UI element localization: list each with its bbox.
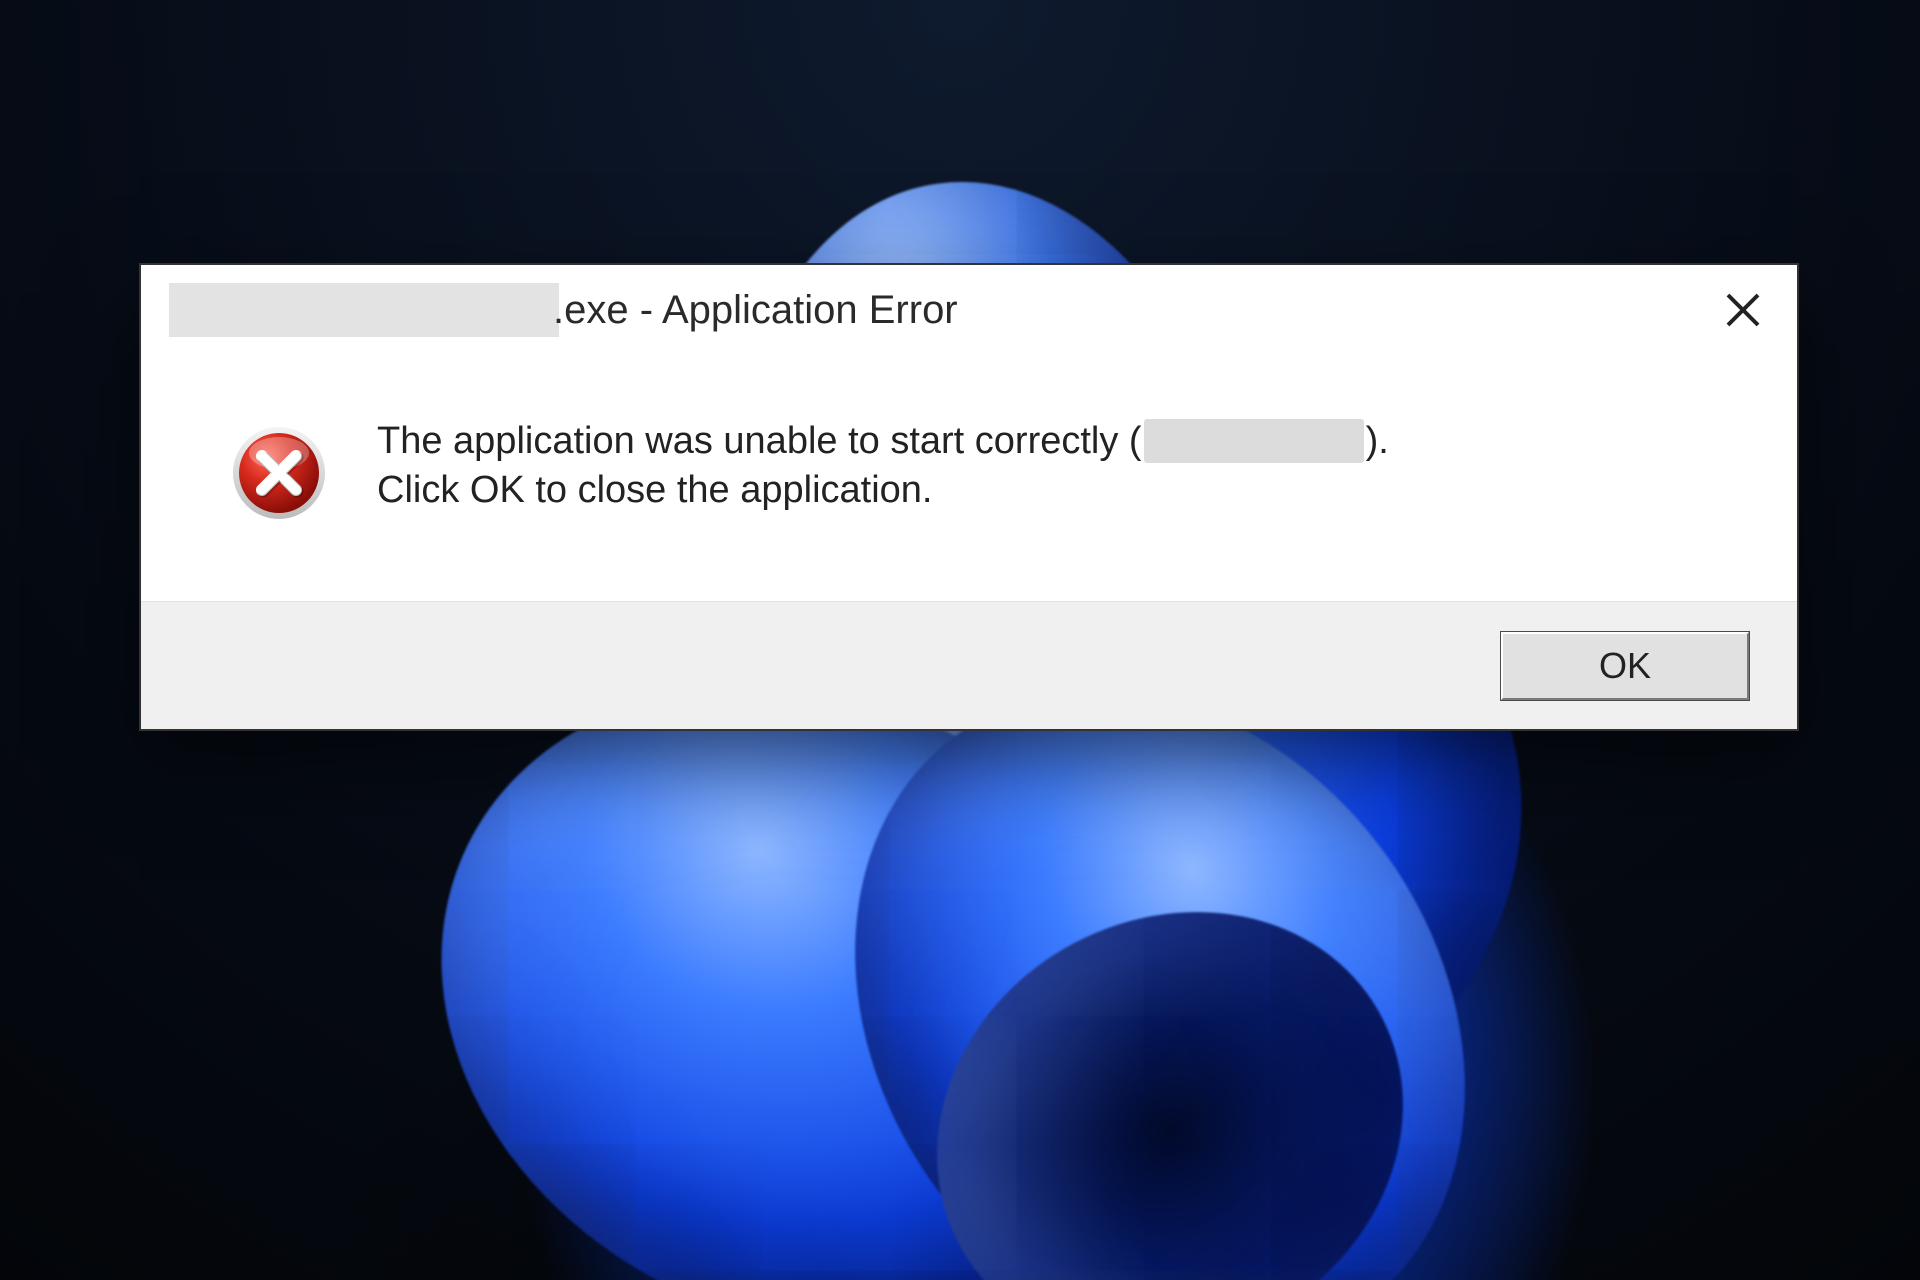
error-circle-x-icon xyxy=(229,423,329,523)
error-message-suffix: ). xyxy=(1366,417,1389,466)
error-icon xyxy=(229,423,329,523)
error-dialog: .exe - Application Error xyxy=(139,263,1799,731)
ok-button[interactable]: OK xyxy=(1501,632,1749,700)
titlebar[interactable]: .exe - Application Error xyxy=(141,265,1797,355)
error-message-prefix: The application was unable to start corr… xyxy=(377,417,1142,466)
error-message-line2: Click OK to close the application. xyxy=(377,466,1389,515)
desktop-wallpaper: .exe - Application Error xyxy=(0,0,1920,1280)
error-message: The application was unable to start corr… xyxy=(377,417,1389,514)
close-button[interactable] xyxy=(1707,274,1779,346)
error-message-line1: The application was unable to start corr… xyxy=(377,417,1389,466)
ok-button-label: OK xyxy=(1599,645,1651,687)
close-icon xyxy=(1723,290,1763,330)
error-code-redacted xyxy=(1144,419,1364,463)
dialog-body: The application was unable to start corr… xyxy=(141,355,1797,601)
title-redacted-appname xyxy=(169,283,559,337)
dialog-title: .exe - Application Error xyxy=(553,288,958,333)
dialog-footer: OK xyxy=(141,601,1797,729)
